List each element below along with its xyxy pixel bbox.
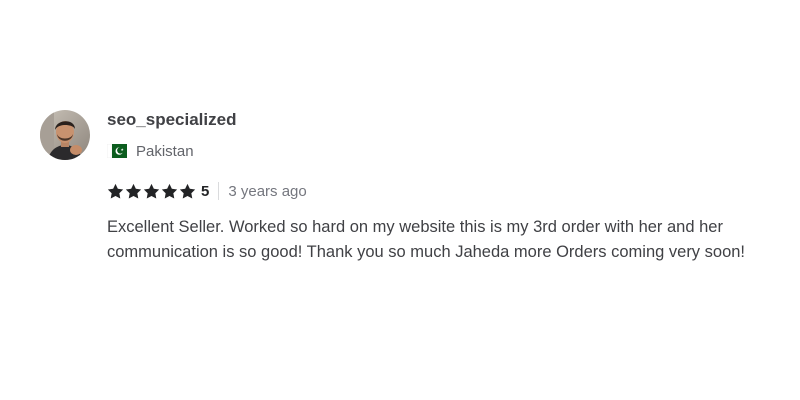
- avatar[interactable]: [40, 110, 90, 160]
- username[interactable]: seo_specialized: [107, 110, 760, 130]
- star-icon: [125, 183, 142, 199]
- rating-row: 5 3 years ago: [107, 181, 760, 201]
- pakistan-flag-icon: [107, 144, 127, 158]
- divider: [218, 182, 220, 200]
- star-rating: [107, 183, 197, 200]
- country-row: Pakistan: [107, 142, 760, 160]
- avatar-image: [40, 110, 90, 160]
- star-icon: [107, 183, 124, 199]
- star-icon: [143, 183, 160, 199]
- country-name: Pakistan: [136, 142, 194, 160]
- rating-value: 5: [201, 182, 210, 200]
- star-icon: [179, 183, 196, 199]
- review-time: 3 years ago: [228, 182, 307, 200]
- review-content: seo_specialized Pakistan 5 3 years ago E…: [107, 110, 760, 265]
- star-icon: [161, 183, 178, 199]
- review-text: Excellent Seller. Worked so hard on my w…: [107, 218, 746, 261]
